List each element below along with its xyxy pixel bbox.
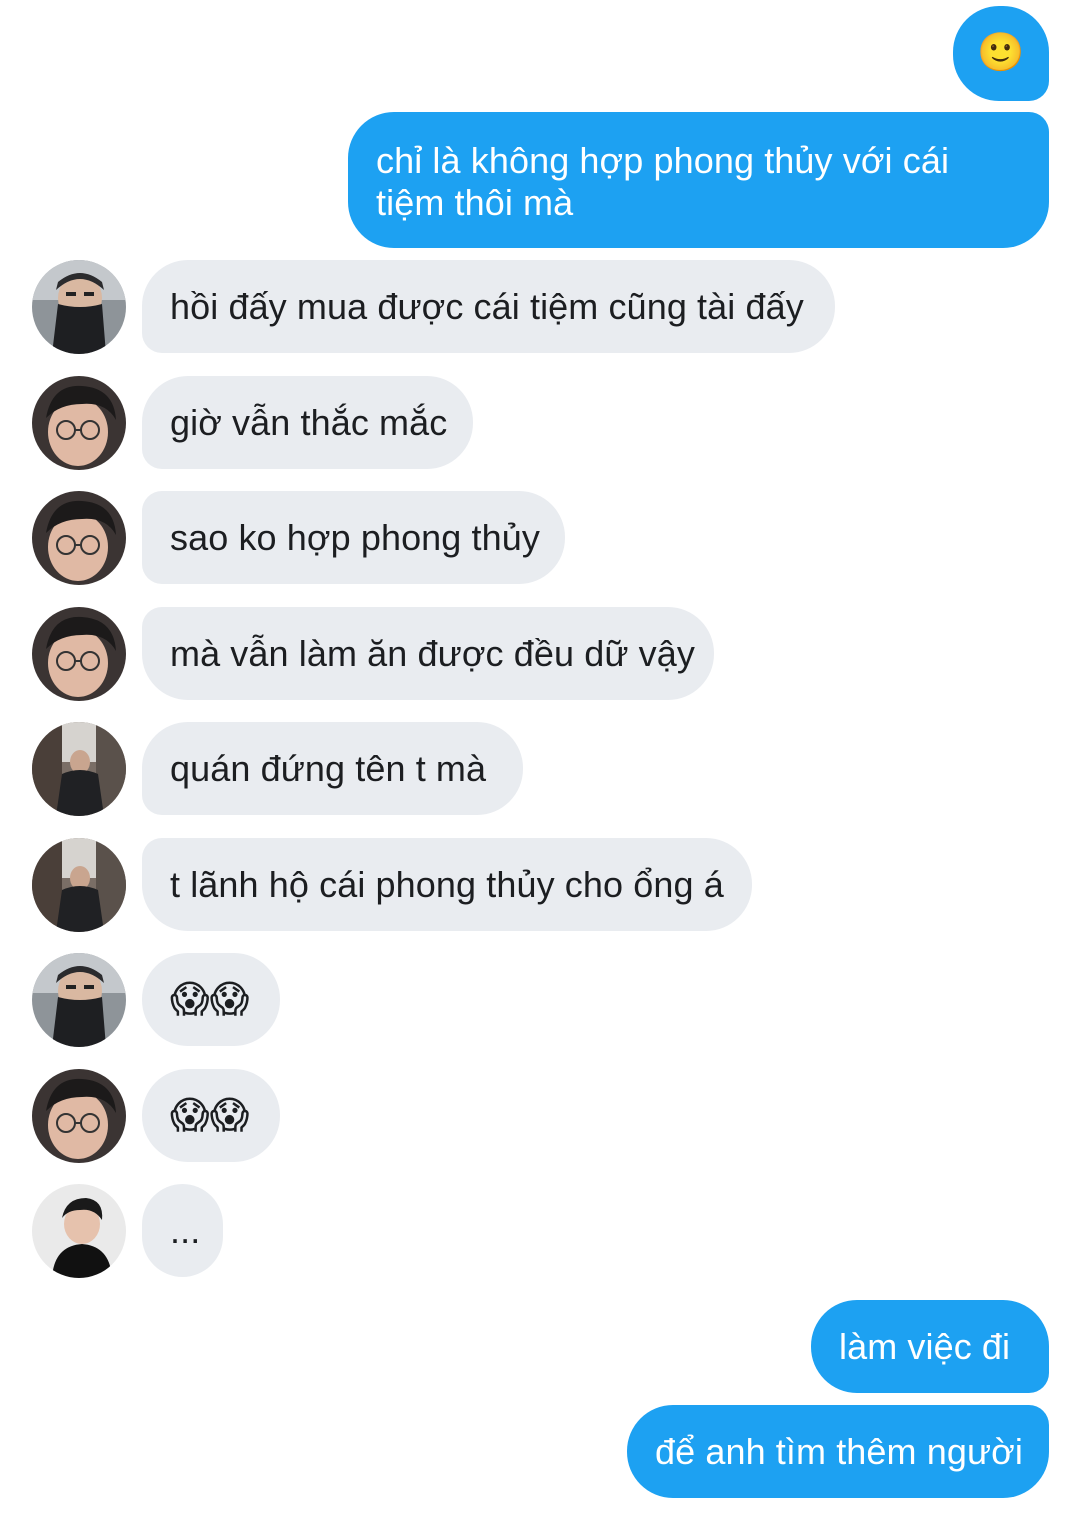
message-text: để anh tìm thêm người [655, 1431, 1023, 1472]
incoming-message-bubble[interactable]: t lãnh hộ cái phong thủy cho ổng á [142, 838, 752, 931]
message-text: ... [170, 1210, 201, 1251]
incoming-message-bubble[interactable]: 😱😱 [142, 1069, 280, 1162]
screaming-face-emoji: 😱😱 [170, 979, 250, 1021]
message-text: chỉ là không hợp phong thủy với cái tiệm… [376, 140, 950, 223]
avatar-masked-person[interactable] [32, 953, 126, 1047]
slightly-smiling-emoji: 🙂 [977, 32, 1025, 74]
avatar-glasses-person[interactable] [32, 376, 126, 470]
message-text: giờ vẫn thắc mắc [170, 402, 448, 443]
outgoing-message-bubble[interactable]: chỉ là không hợp phong thủy với cái tiệm… [348, 112, 1049, 248]
message-text: t lãnh hộ cái phong thủy cho ổng á [170, 864, 724, 905]
message-text: sao ko hợp phong thủy [170, 517, 540, 558]
avatar-masked-person[interactable] [32, 260, 126, 354]
avatar-glasses-person[interactable] [32, 607, 126, 701]
incoming-message-bubble[interactable]: ... [142, 1184, 223, 1277]
incoming-message-bubble[interactable]: sao ko hợp phong thủy [142, 491, 565, 584]
incoming-message-bubble[interactable]: quán đứng tên t mà [142, 722, 523, 815]
incoming-message-bubble[interactable]: 😱😱 [142, 953, 280, 1046]
message-text: mà vẫn làm ăn được đều dữ vậy [170, 633, 695, 674]
avatar-street-person[interactable] [32, 838, 126, 932]
message-text: làm việc đi [839, 1326, 1011, 1367]
message-text: quán đứng tên t mà [170, 748, 487, 789]
incoming-message-bubble[interactable]: hồi đấy mua được cái tiệm cũng tài đấy [142, 260, 835, 353]
screaming-face-emoji: 😱😱 [170, 1095, 250, 1137]
message-text: hồi đấy mua được cái tiệm cũng tài đấy [170, 286, 804, 327]
incoming-message-bubble[interactable]: giờ vẫn thắc mắc [142, 376, 473, 469]
outgoing-message-bubble[interactable]: để anh tìm thêm người [627, 1405, 1049, 1498]
outgoing-message-bubble[interactable]: làm việc đi [811, 1300, 1049, 1393]
avatar-glasses-person[interactable] [32, 491, 126, 585]
avatar-glasses-person[interactable] [32, 1069, 126, 1163]
incoming-message-bubble[interactable]: mà vẫn làm ăn được đều dữ vậy [142, 607, 714, 700]
avatar-street-person[interactable] [32, 722, 126, 816]
outgoing-message-bubble[interactable]: 🙂 [953, 6, 1049, 101]
avatar-studio-person[interactable] [32, 1184, 126, 1278]
